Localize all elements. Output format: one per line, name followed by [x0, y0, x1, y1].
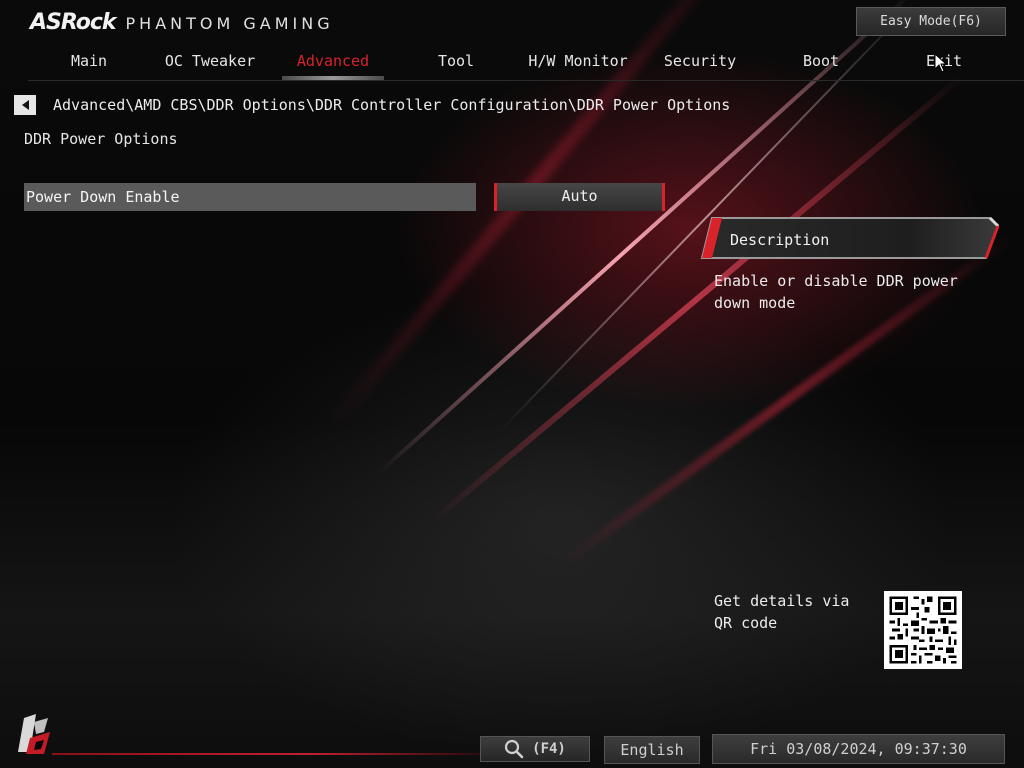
tab-advanced[interactable]: Advanced [272, 46, 394, 80]
brand-subtitle: PHANTOM GAMING [125, 14, 334, 33]
qr-code-icon [884, 591, 962, 669]
breadcrumb-bar: Advanced\AMD CBS\DDR Options\DDR Control… [14, 94, 730, 116]
page-title: DDR Power Options [24, 130, 178, 148]
back-arrow-icon[interactable] [14, 95, 36, 115]
language-button[interactable]: English [604, 736, 700, 764]
asrock-logo: ASRock PHANTOM GAMING [30, 10, 334, 36]
setting-value-dropdown[interactable]: Auto [494, 183, 665, 211]
tab-hw-monitor[interactable]: H/W Monitor [517, 46, 639, 78]
tab-boot[interactable]: Boot [760, 46, 882, 78]
search-button[interactable]: (F4) [480, 736, 590, 762]
main-nav: Main OC Tweaker Advanced Tool H/W Monito… [28, 46, 1024, 81]
description-text: Enable or disable DDR power down mode [714, 272, 958, 312]
mouse-cursor-icon [934, 52, 948, 77]
setting-row-power-down-enable[interactable]: Power Down Enable [24, 183, 476, 211]
tab-security[interactable]: Security [639, 46, 761, 78]
description-title: Description [730, 231, 830, 249]
qr-caption: Get details via QR code [714, 592, 850, 632]
setting-label: Power Down Enable [26, 188, 180, 206]
description-panel: Description [700, 214, 1002, 260]
datetime-display: Fri 03/08/2024, 09:37:30 [712, 734, 1005, 764]
footer-accent-line [52, 753, 482, 755]
tab-main[interactable]: Main [28, 46, 150, 78]
brand-name: ASRock [30, 10, 117, 35]
tab-tool[interactable]: Tool [395, 46, 517, 78]
easy-mode-button[interactable]: Easy Mode(F6) [856, 7, 1006, 36]
search-shortcut-label: (F4) [532, 741, 566, 757]
search-icon [505, 739, 524, 759]
tab-oc-tweaker[interactable]: OC Tweaker [149, 46, 271, 78]
phantom-gaming-logo-icon [14, 712, 56, 756]
breadcrumb: Advanced\AMD CBS\DDR Options\DDR Control… [53, 96, 731, 114]
